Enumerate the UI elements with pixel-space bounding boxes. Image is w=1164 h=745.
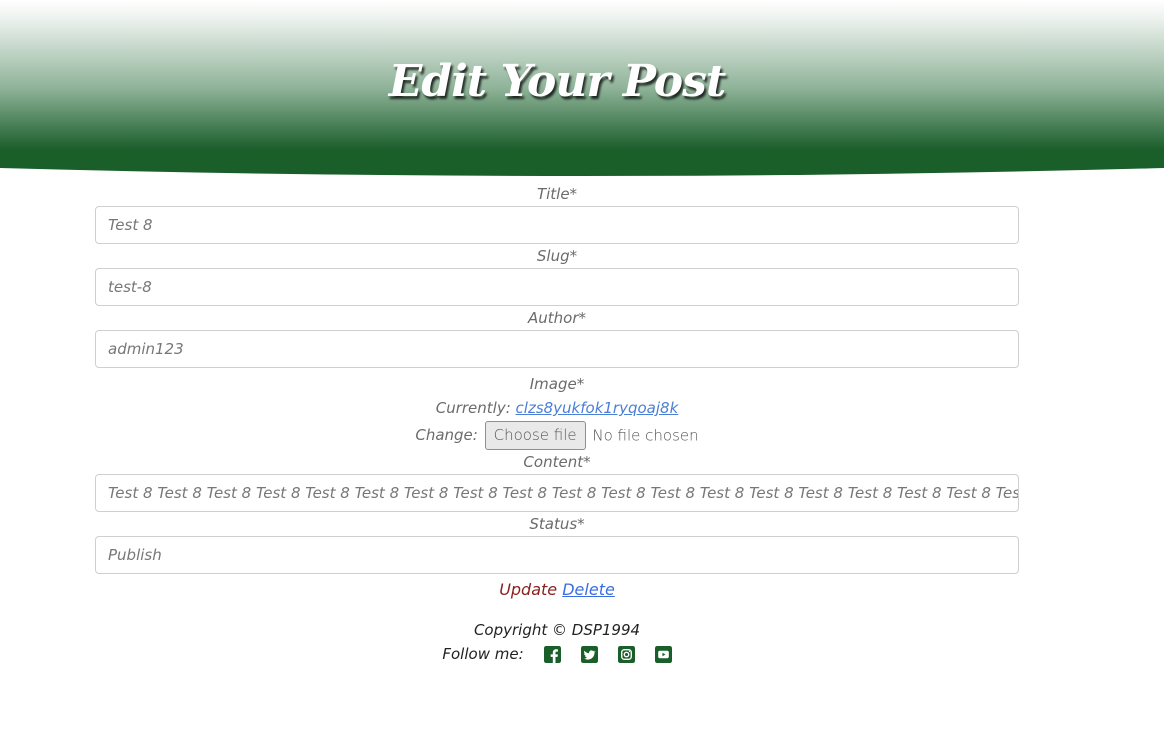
follow-label: Follow me: bbox=[442, 645, 524, 663]
facebook-icon[interactable] bbox=[543, 645, 561, 663]
status-select[interactable]: Publish bbox=[95, 536, 1019, 574]
slug-label: Slug* bbox=[536, 247, 578, 265]
image-currently-label: Currently: bbox=[435, 399, 511, 417]
title-label: Title* bbox=[536, 185, 578, 203]
file-status-text: No file chosen bbox=[592, 426, 699, 445]
instagram-icon[interactable] bbox=[617, 645, 635, 663]
content-input[interactable]: Test 8 Test 8 Test 8 Test 8 Test 8 Test … bbox=[95, 474, 1019, 512]
image-label: Image* bbox=[529, 375, 585, 393]
page-header: Edit Your Post bbox=[0, 0, 1164, 176]
image-change-label: Change: bbox=[415, 426, 478, 444]
author-label: Author* bbox=[527, 309, 586, 327]
twitter-icon[interactable] bbox=[580, 645, 598, 663]
youtube-icon[interactable] bbox=[654, 645, 672, 663]
edit-post-form: Title* Test 8 Slug* test-8 Author* admin… bbox=[95, 182, 1019, 574]
page-title: Edit Your Post bbox=[388, 56, 726, 107]
image-change-row: Change: Choose file No file chosen bbox=[95, 420, 1019, 450]
follow-row: Follow me: bbox=[442, 642, 672, 666]
choose-file-button[interactable]: Choose file bbox=[484, 421, 586, 450]
image-current-row: Currently: clzs8yukfok1ryqoaj8k bbox=[95, 396, 1019, 420]
author-select[interactable]: admin123 bbox=[95, 330, 1019, 368]
status-label: Status* bbox=[529, 515, 585, 533]
title-input[interactable]: Test 8 bbox=[95, 206, 1019, 244]
update-button[interactable]: Update bbox=[499, 580, 557, 599]
image-current-link[interactable]: clzs8yukfok1ryqoaj8k bbox=[516, 399, 679, 417]
copyright-text: Copyright © DSP1994 bbox=[473, 621, 641, 639]
slug-input[interactable]: test-8 bbox=[95, 268, 1019, 306]
delete-link[interactable]: Delete bbox=[562, 580, 615, 599]
content-label: Content* bbox=[523, 453, 591, 471]
page-footer: Copyright © DSP1994 Follow me: bbox=[0, 618, 1114, 666]
form-actions: Update Delete bbox=[0, 578, 1114, 602]
